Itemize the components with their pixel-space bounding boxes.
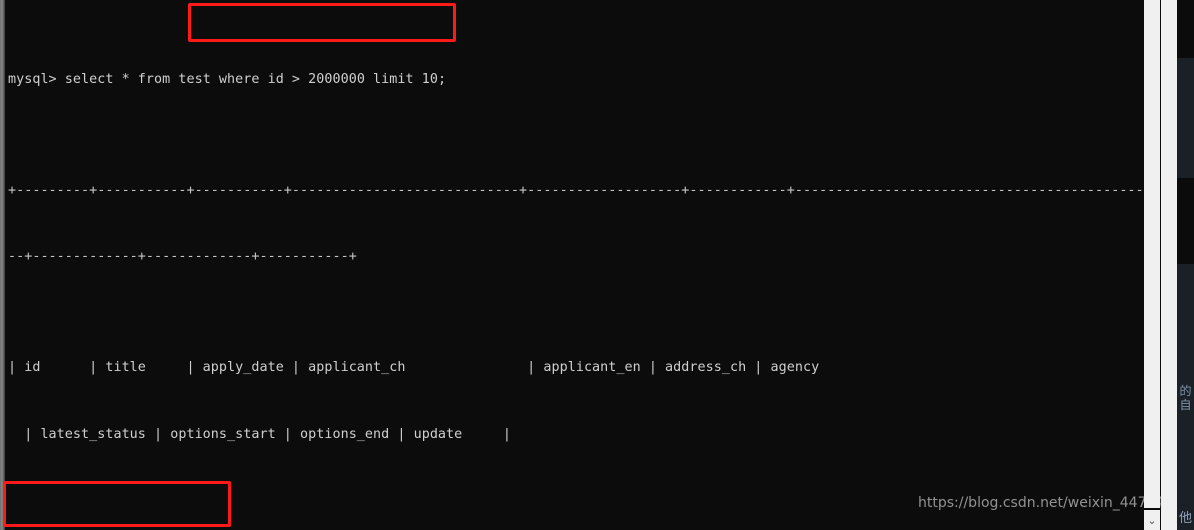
background-window-strip xyxy=(1177,0,1194,530)
background-strip-text-lower: 他 xyxy=(1178,511,1192,526)
scroll-down-arrow-icon[interactable]: ⌄ xyxy=(1144,510,1160,530)
background-strip-text-upper: 的自 xyxy=(1179,384,1192,412)
command-line: mysql> select * from test where id > 200… xyxy=(8,69,1158,91)
table-separator-top-a: +---------+-----------+-----------+-----… xyxy=(8,182,1160,198)
table-separator-top-b: --+-------------+-------------+---------… xyxy=(8,249,357,265)
table-header-b: | latest_status | options_start | option… xyxy=(8,426,511,442)
vertical-scrollbar-thumb[interactable] xyxy=(1144,0,1160,508)
strip-block-upper xyxy=(1177,0,1194,58)
vertical-scrollbar-track[interactable]: ⌄ xyxy=(1144,0,1177,530)
mysql-terminal-window[interactable]: mysql> select * from test where id > 200… xyxy=(0,0,1194,530)
strip-block-lower xyxy=(1177,178,1194,264)
table-header-a: | id | title | apply_date | applicant_ch… xyxy=(8,360,820,376)
shell-prompt: mysql> xyxy=(8,71,65,87)
sql-query-text: select * from test where id > 2000000 li… xyxy=(64,71,447,87)
window-left-border xyxy=(0,0,5,530)
console-output: mysql> select * from test where id > 200… xyxy=(8,2,1160,530)
